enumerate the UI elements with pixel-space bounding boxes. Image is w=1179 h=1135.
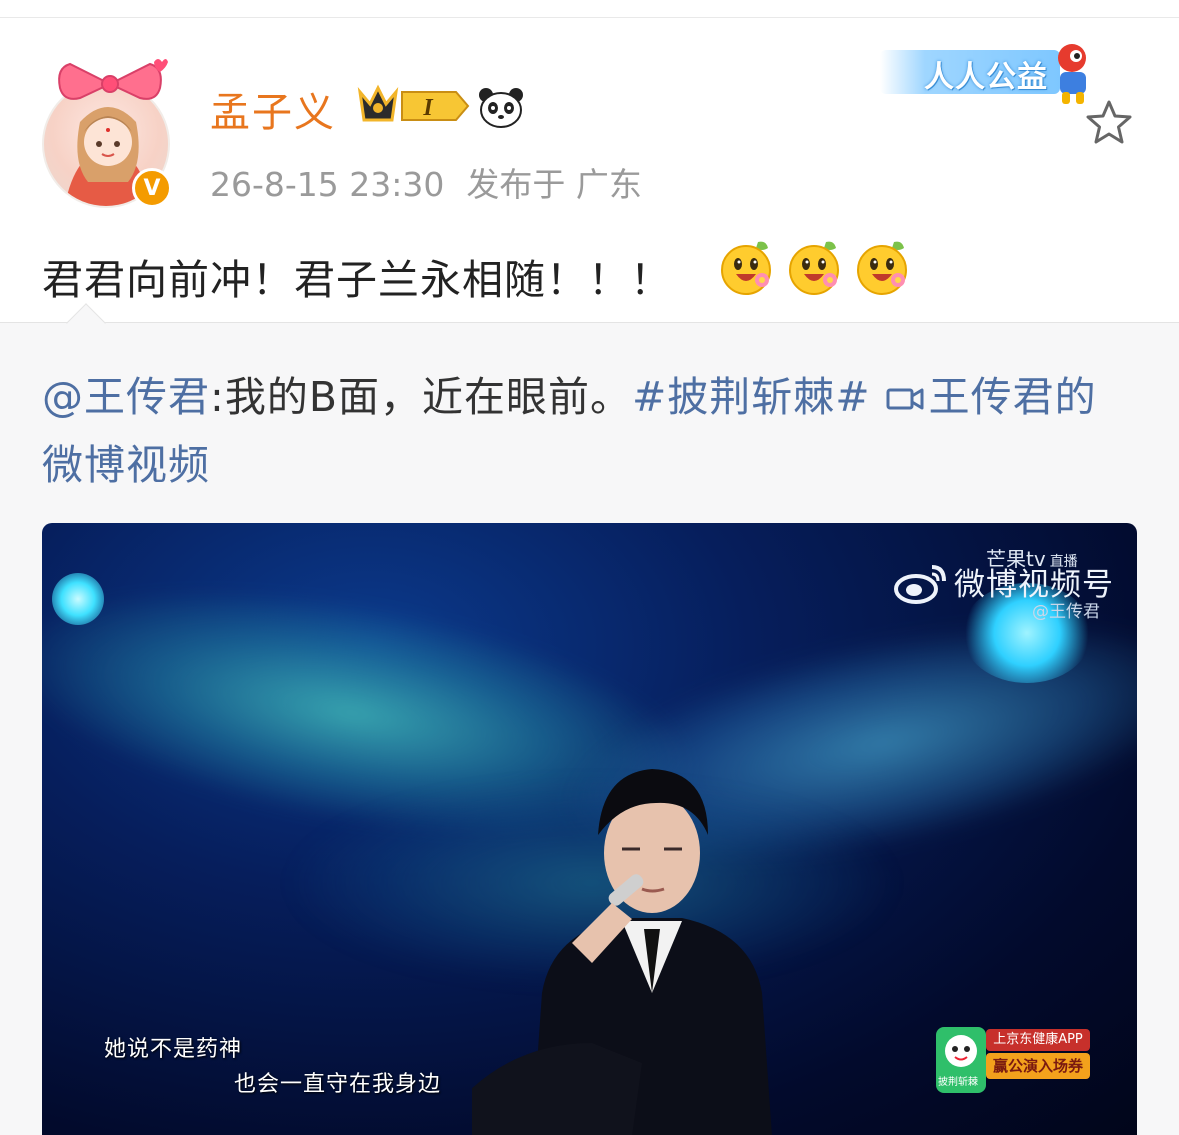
favorite-star-icon[interactable] [1084, 98, 1134, 148]
username[interactable]: 孟子义 [210, 80, 336, 138]
post-header: V 孟子义 I 26-8-15 23:30 发布于 广东 人人公益 君君向前冲！… [0, 18, 1179, 322]
video-player[interactable]: 芒果tv 直播 微博视频号 @王传君 她说不是药神 也会一直守在我身边 披荆斩棘 … [42, 523, 1137, 1135]
post-timestamp: 26-8-15 23:30 [210, 165, 445, 204]
repost-body: :我的B面，近在眼前。 [210, 373, 632, 421]
watermark: 芒果tv 直播 微博视频号 @王传君 [894, 543, 1134, 623]
happy-flower-emoji-icon [857, 241, 907, 295]
post-body-text: 君君向前冲！君子兰永相随！！！ [42, 256, 672, 304]
weibo-logo-icon [894, 565, 946, 604]
charity-badge[interactable]: 人人公益 [880, 40, 1096, 106]
charity-badge-label: 人人公益 [924, 60, 1048, 95]
top-divider [0, 0, 1179, 18]
mention-link[interactable]: @王传君 [42, 373, 210, 421]
subtitle-line-2: 也会一直守在我身边 [234, 1072, 442, 1097]
svg-text:I: I [422, 95, 434, 121]
avatar[interactable]: V [42, 58, 182, 208]
subtitle-line-1: 她说不是药神 [104, 1037, 243, 1062]
vip-crown-badge-icon[interactable]: I [356, 80, 472, 130]
happy-flower-emoji-icon [721, 241, 771, 295]
performer-image [472, 769, 772, 1135]
stage-light [52, 573, 104, 625]
sponsor-tag: 披荆斩棘 [938, 1077, 978, 1088]
verified-badge-icon: V [132, 168, 172, 208]
post-location: 发布于 广东 [466, 165, 642, 204]
post-meta: 26-8-15 23:30 发布于 广东 [210, 158, 642, 206]
sponsor-ad[interactable]: 披荆斩棘 上京东健康APP 赢公演入场券 [936, 1027, 1096, 1093]
sponsor-mascot-icon: 披荆斩棘 [936, 1027, 986, 1093]
video-camera-icon [886, 388, 924, 410]
repost-text: @王传君:我的B面，近在眼前。#披荆斩棘# 王传君的微博视频 [42, 363, 1137, 499]
happy-flower-emoji-icon [789, 241, 839, 295]
bow-decoration-icon [58, 59, 168, 100]
emoji-group [718, 238, 914, 298]
hashtag-link[interactable]: #披荆斩棘# [632, 373, 871, 421]
sponsor-line-1: 上京东健康APP [986, 1029, 1090, 1051]
sponsor-line-2: 赢公演入场券 [986, 1053, 1090, 1079]
panda-icon [479, 88, 523, 128]
charity-mascot-icon [1058, 44, 1086, 104]
watermark-handle: @王传君 [1032, 602, 1100, 622]
repost-card[interactable]: @王传君:我的B面，近在眼前。#披荆斩棘# 王传君的微博视频 芒果tv 直播 微… [0, 303, 1179, 1135]
